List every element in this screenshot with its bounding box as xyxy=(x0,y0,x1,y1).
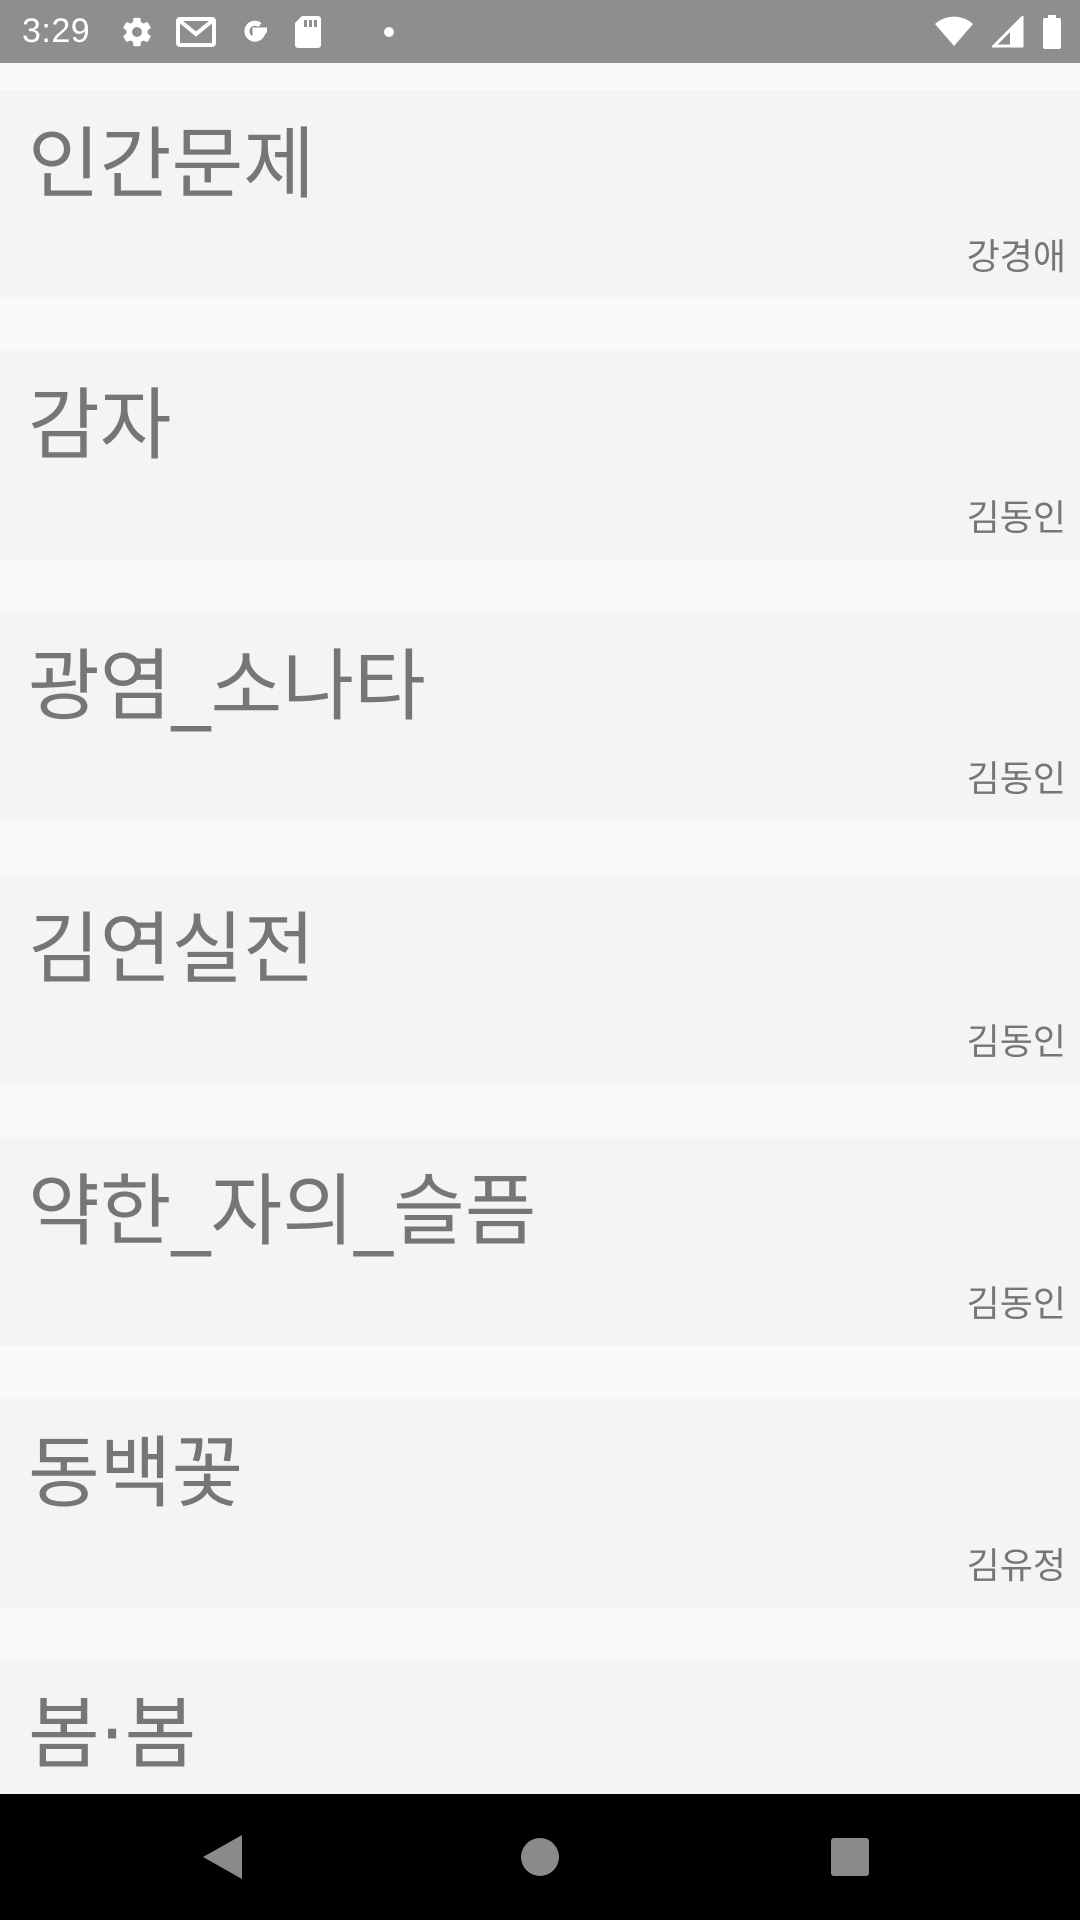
battery-icon xyxy=(1042,14,1062,49)
notification-icons xyxy=(120,15,395,49)
list-item[interactable]: 봄·봄 xyxy=(0,1660,1080,1794)
cell-signal-icon xyxy=(992,15,1024,48)
status-bar: 3:29 xyxy=(0,0,1080,63)
book-author: 김동인 xyxy=(966,1022,1066,1063)
list-item[interactable]: 약한_자의_슬픔 김동인 xyxy=(0,1137,1080,1346)
wifi-icon xyxy=(934,16,974,48)
book-title: 약한_자의_슬픔 xyxy=(28,1167,537,1257)
google-icon xyxy=(238,15,272,49)
home-icon[interactable] xyxy=(507,1824,573,1890)
book-title: 인간문제 xyxy=(28,120,316,210)
recents-icon[interactable] xyxy=(817,1824,883,1890)
list-item[interactable]: 김연실전 김동인 xyxy=(0,875,1080,1084)
list-item[interactable]: 광염_소나타 김동인 xyxy=(0,612,1080,821)
book-author: 김동인 xyxy=(966,759,1066,800)
book-title: 봄·봄 xyxy=(28,1690,197,1780)
list-item[interactable]: 감자 김동인 xyxy=(0,351,1080,560)
book-title: 광염_소나타 xyxy=(28,642,426,732)
book-author: 김동인 xyxy=(966,498,1066,539)
gmail-icon xyxy=(176,16,217,48)
navigation-bar xyxy=(0,1794,1080,1920)
book-author: 김동인 xyxy=(966,1284,1066,1325)
back-icon[interactable] xyxy=(190,1824,256,1890)
dot-icon xyxy=(384,26,395,37)
book-title: 동백꽃 xyxy=(28,1429,244,1519)
list-item[interactable]: 동백꽃 김유정 xyxy=(0,1399,1080,1608)
book-title: 감자 xyxy=(28,381,172,471)
list-item[interactable]: 인간문제 강경애 xyxy=(0,90,1080,299)
book-author: 김유정 xyxy=(966,1546,1066,1587)
book-author: 강경애 xyxy=(966,237,1066,278)
sd-card-icon xyxy=(294,15,322,49)
settings-icon xyxy=(120,15,154,49)
system-icons xyxy=(934,14,1062,49)
status-time: 3:29 xyxy=(22,12,91,50)
book-list: 인간문제 강경애 감자 김동인 광염_소나타 김동인 김연실전 김동인 약한_자… xyxy=(0,63,1080,1794)
book-title: 김연실전 xyxy=(28,905,316,995)
